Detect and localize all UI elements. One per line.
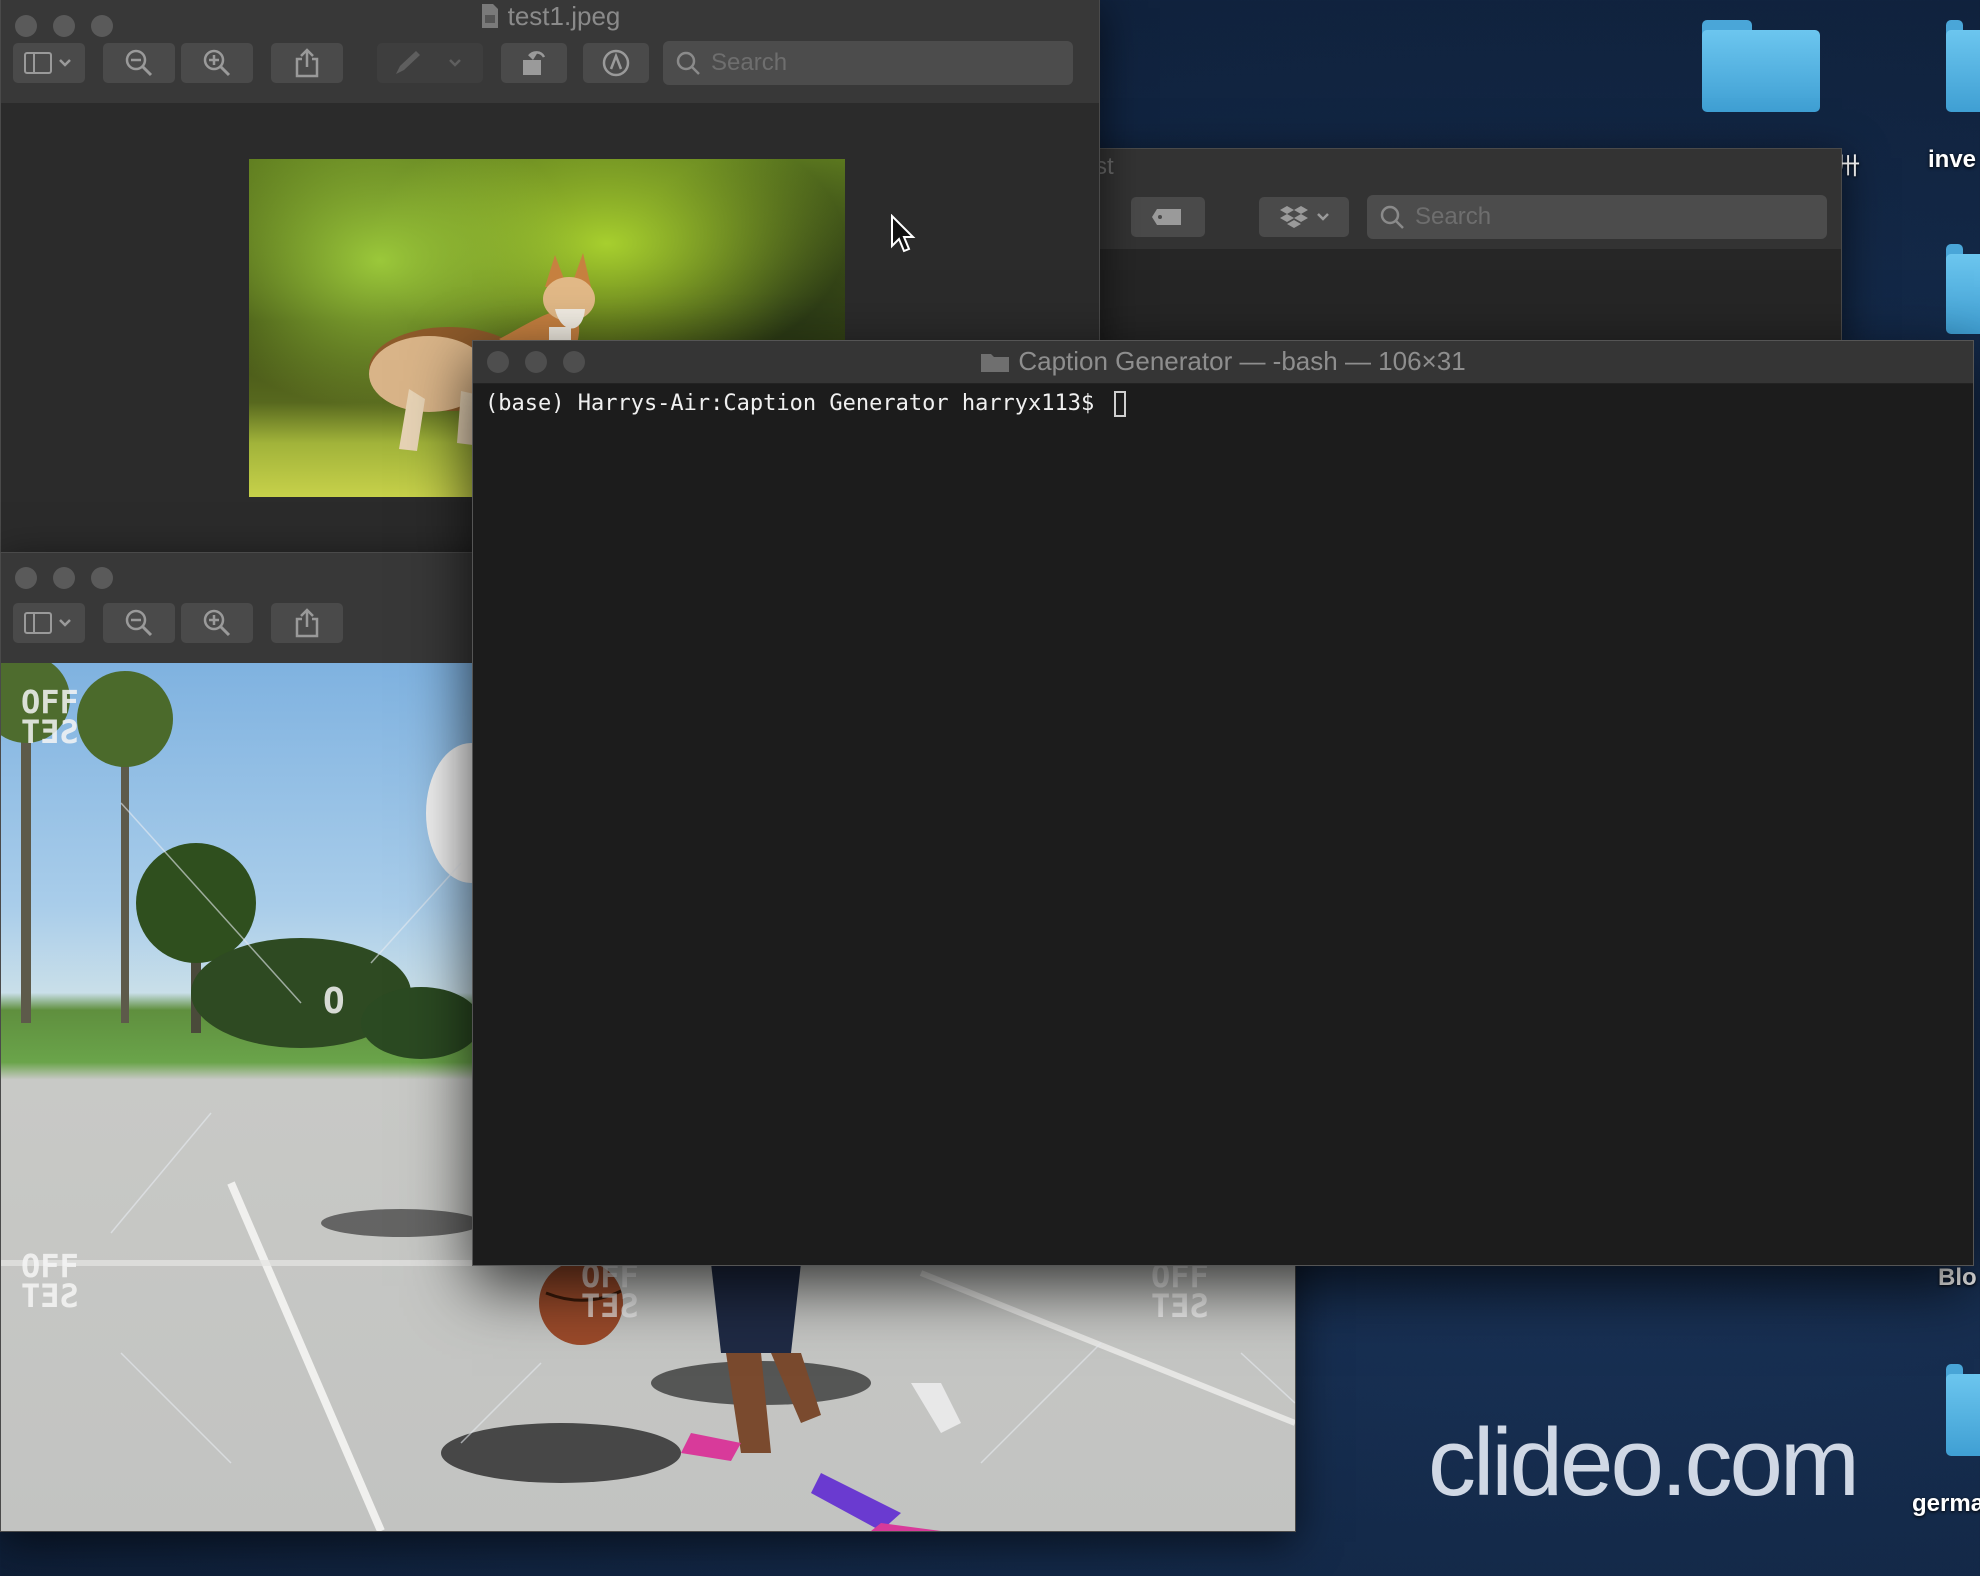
preview-top-title: test1.jpeg xyxy=(1,1,1099,32)
photo-watermark-2: OFF SET xyxy=(21,1247,79,1315)
sidebar-toggle-button[interactable] xyxy=(13,43,85,83)
search-icon xyxy=(676,51,700,75)
mouse-pointer-icon xyxy=(891,214,916,253)
tag-icon xyxy=(1152,209,1181,225)
finder-window[interactable]: st Search xyxy=(1000,148,1842,350)
sidebar-icon xyxy=(24,52,71,74)
desktop-folder-3-icon[interactable] xyxy=(1946,1364,1980,1456)
zoom-in-icon xyxy=(203,49,231,77)
zoom-in-button[interactable] xyxy=(181,43,253,83)
markup-pen-icon xyxy=(396,51,461,74)
finder-search-field[interactable]: Search xyxy=(1367,195,1827,239)
sidebar-toggle-button-2[interactable] xyxy=(13,603,85,643)
share-button[interactable] xyxy=(271,43,343,83)
share-button-2[interactable] xyxy=(271,603,343,643)
rotate-icon xyxy=(523,51,546,75)
document-icon xyxy=(481,4,498,28)
zoom-button-2[interactable] xyxy=(91,567,113,589)
rotate-button[interactable] xyxy=(501,43,567,83)
annotate-button[interactable] xyxy=(583,43,649,83)
terminal-cursor xyxy=(1113,391,1126,417)
desktop-label-invest[interactable]: inve xyxy=(1928,146,1976,174)
search-icon xyxy=(1380,205,1404,229)
terminal-prompt-text: (base) Harrys-Air:Caption Generator harr… xyxy=(485,391,1108,416)
close-button-2[interactable] xyxy=(15,567,37,589)
photo-watermark-1: OFF SET xyxy=(21,683,79,751)
terminal-prompt[interactable]: (base) Harrys-Air:Caption Generator harr… xyxy=(485,391,1126,417)
zoom-out-button[interactable] xyxy=(103,43,175,83)
minimize-button-2[interactable] xyxy=(53,567,75,589)
dropbox-icon xyxy=(1280,206,1329,228)
share-icon xyxy=(295,48,319,78)
desktop-folder-invest-icon[interactable] xyxy=(1946,20,1980,112)
finder-search-placeholder: Search xyxy=(1415,203,1492,230)
desktop-folder-icon[interactable] xyxy=(1702,20,1820,112)
preview-search-field[interactable]: Search xyxy=(663,41,1073,85)
zoom-out-icon xyxy=(125,609,153,637)
zoom-out-button-2[interactable] xyxy=(103,603,175,643)
desktop-folder-2-icon[interactable] xyxy=(1946,244,1980,334)
photo-watermark-3: OFF SET xyxy=(581,1257,639,1325)
desktop-label-blo[interactable]: Blo xyxy=(1938,1264,1977,1292)
annotate-icon xyxy=(602,49,630,77)
tag-button[interactable] xyxy=(1131,197,1205,237)
zoom-out-icon xyxy=(125,49,153,77)
sidebar-icon xyxy=(24,612,71,634)
terminal-window[interactable]: Caption Generator — -bash — 106×31 (base… xyxy=(472,340,1974,1266)
terminal-title: Caption Generator — -bash — 106×31 xyxy=(473,346,1973,377)
preview-search-placeholder: Search xyxy=(711,49,788,76)
finder-title: st xyxy=(1095,153,1114,180)
dropbox-button[interactable] xyxy=(1259,197,1349,237)
photo-watermark-4: OFF SET xyxy=(1151,1257,1209,1325)
zoom-in-button-2[interactable] xyxy=(181,603,253,643)
photo-watermark-5: O xyxy=(323,981,345,1022)
clideo-watermark: clideo.com xyxy=(1428,1409,1860,1516)
share-icon xyxy=(295,608,319,638)
folder-icon xyxy=(981,354,1010,372)
markup-pen-button[interactable] xyxy=(377,43,483,83)
zoom-in-icon xyxy=(203,609,231,637)
desktop-label-germ[interactable]: germa xyxy=(1912,1490,1980,1518)
